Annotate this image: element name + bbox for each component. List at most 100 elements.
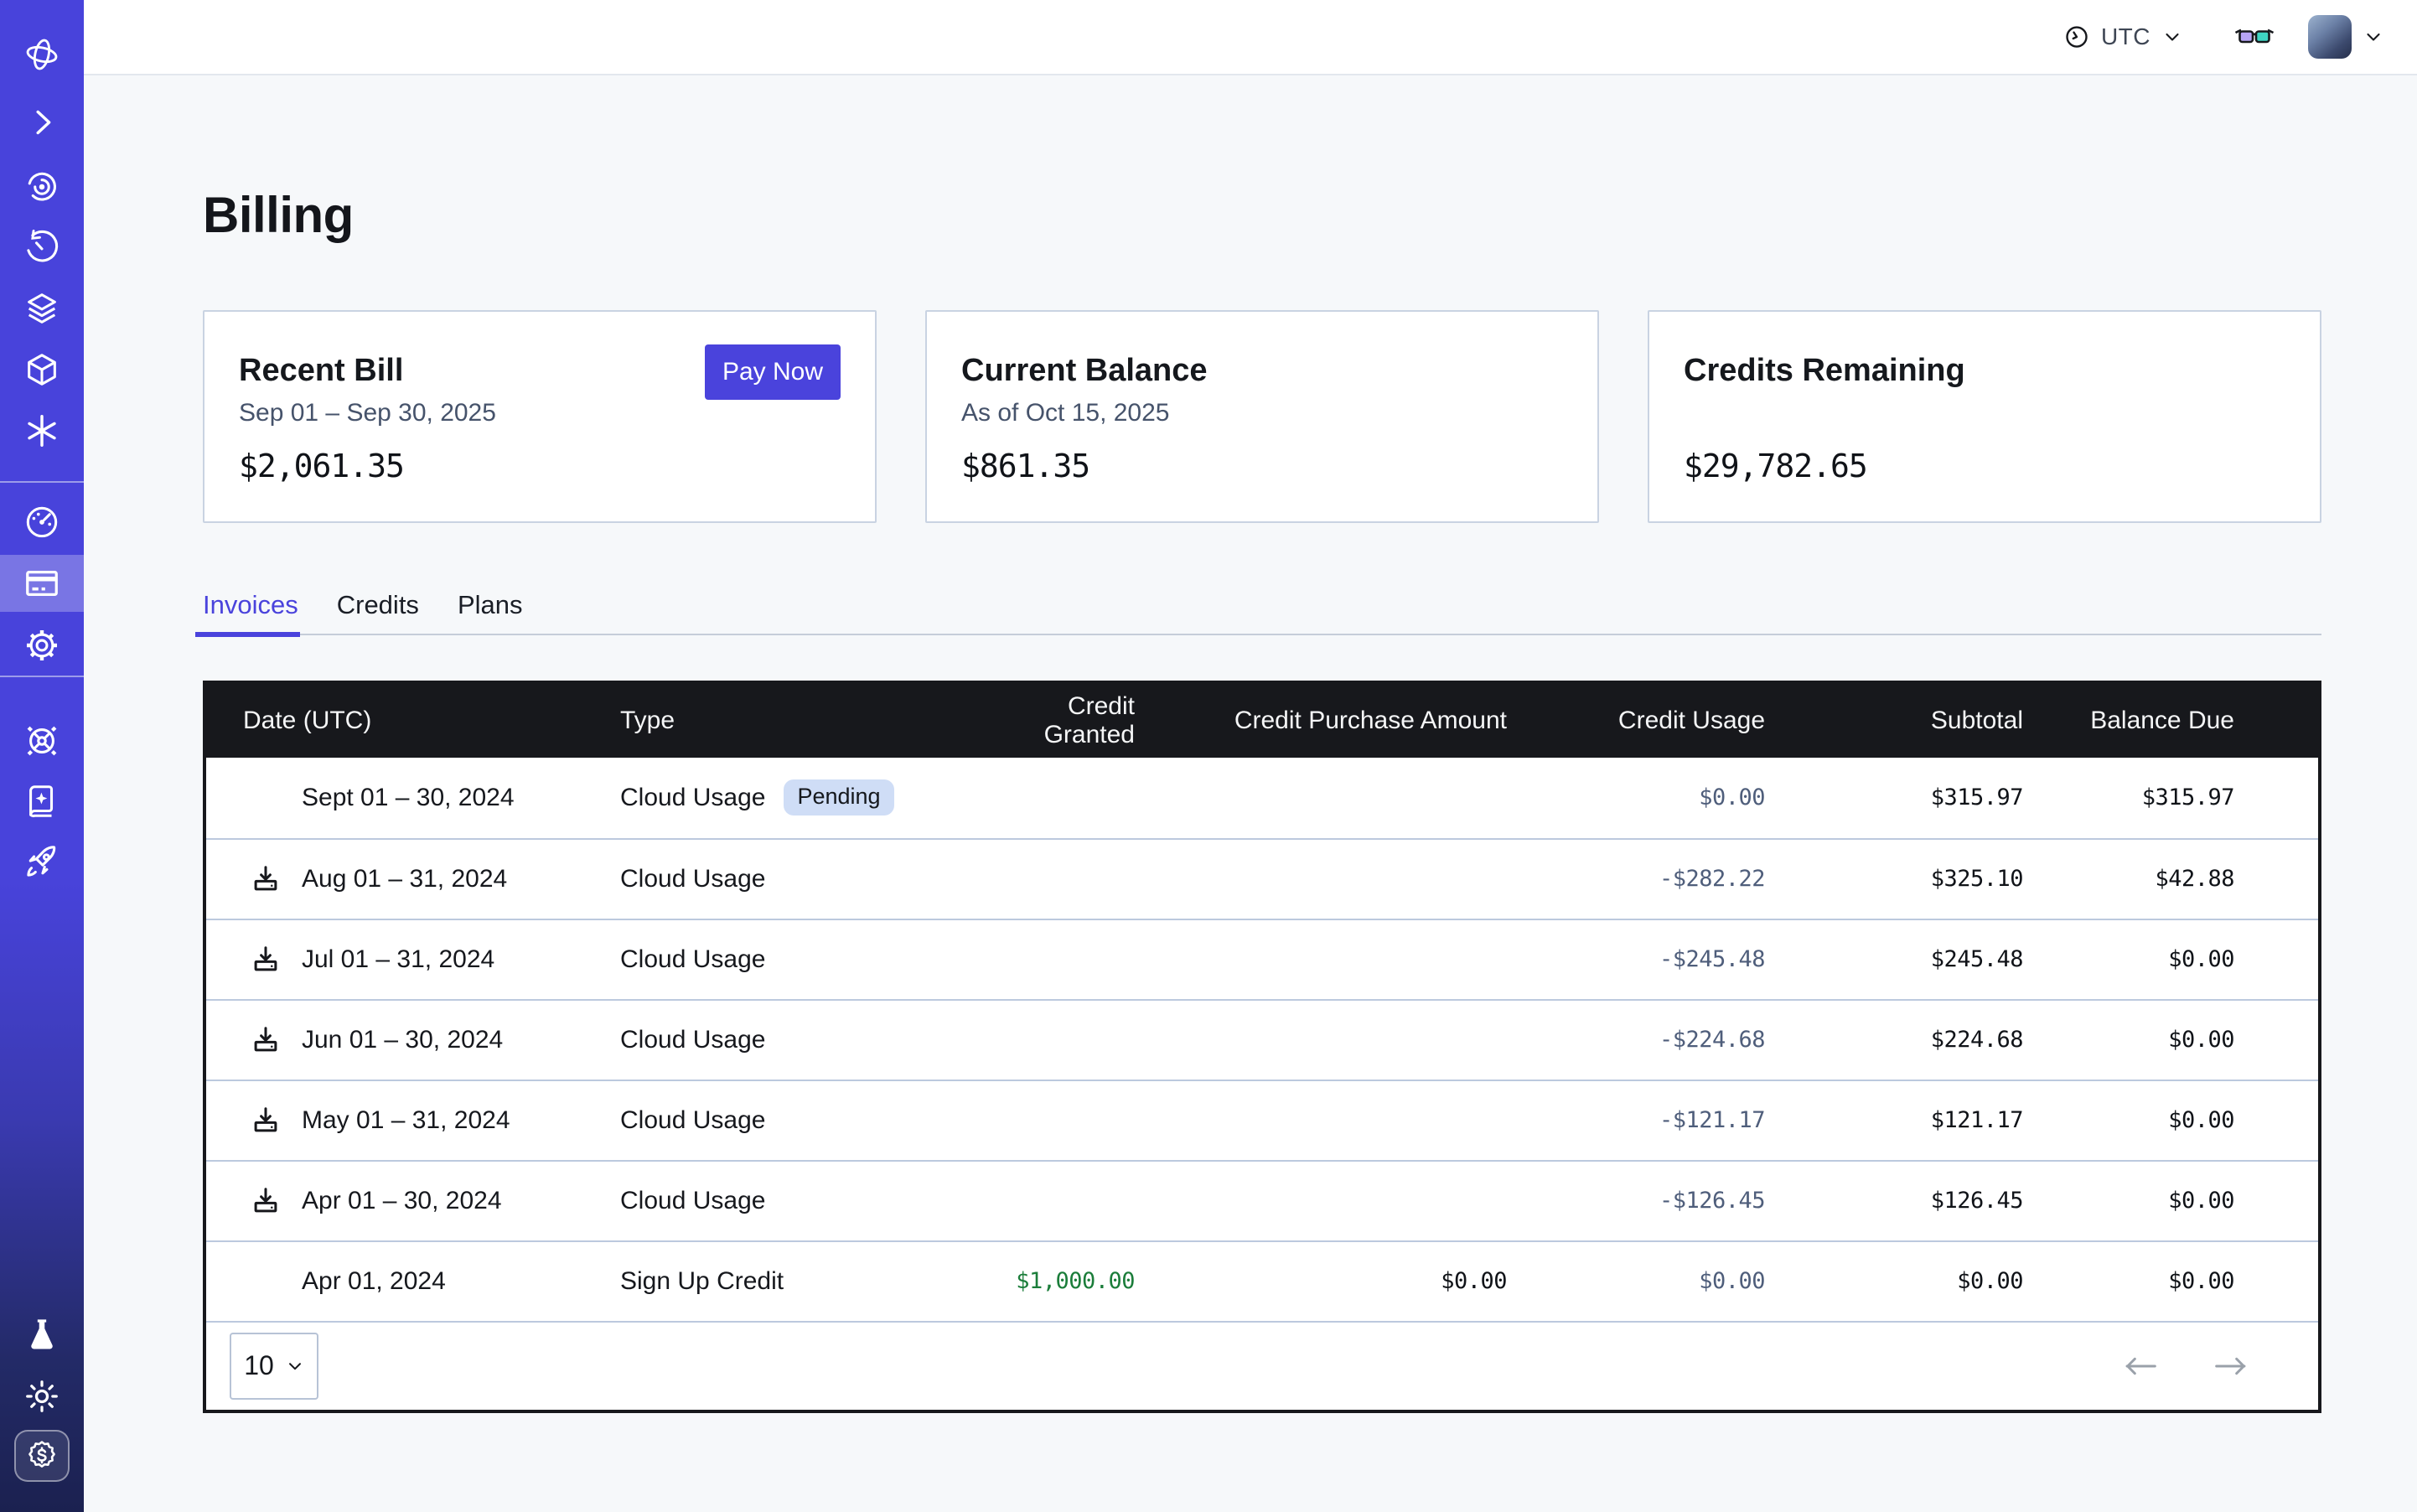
- tab-invoices[interactable]: Invoices: [203, 590, 298, 634]
- credit-usage-value: -$245.48: [1507, 946, 1765, 972]
- timer-icon: [23, 228, 61, 267]
- invoice-date: Jul 01 – 31, 2024: [302, 945, 494, 974]
- balance-due-value: $0.00: [2023, 1268, 2234, 1294]
- credit-usage-value: $0.00: [1507, 1268, 1765, 1294]
- invoice-date: May 01 – 31, 2024: [302, 1106, 510, 1135]
- sidebar-item-dashboard[interactable]: [0, 495, 84, 548]
- sidebar-item-observe[interactable]: [0, 159, 84, 213]
- invoice-type-cell: Cloud Usage: [620, 1026, 981, 1054]
- status-badge: Pending: [784, 779, 893, 816]
- table-row: Jul 01 – 31, 2024 Cloud Usage -$245.48 $…: [206, 919, 2318, 999]
- clock-icon: [2064, 24, 2089, 49]
- page-size-select[interactable]: 10: [230, 1333, 318, 1400]
- download-icon[interactable]: [250, 943, 282, 976]
- sidebar-item-asterisk[interactable]: [0, 404, 84, 458]
- prev-page-arrow-icon[interactable]: [2124, 1354, 2157, 1378]
- invoice-type-cell: Cloud Usage: [620, 1106, 981, 1135]
- topbar: UTC: [84, 0, 2417, 75]
- column-header-credit-purchase: Credit Purchase Amount: [1135, 707, 1507, 735]
- gear-icon: [23, 626, 61, 665]
- invoice-date-cell: May 01 – 31, 2024: [206, 1104, 620, 1137]
- sidebar-item-settings[interactable]: [0, 619, 84, 672]
- current-balance-card: Current Balance As of Oct 15, 2025 $861.…: [925, 310, 1599, 523]
- sidebar-item-helm[interactable]: [0, 714, 84, 768]
- book-sparkle-icon: [23, 782, 61, 821]
- layers-icon: [23, 289, 61, 328]
- tab-credits[interactable]: Credits: [337, 590, 419, 634]
- sidebar-expand-button[interactable]: [0, 96, 84, 149]
- invoice-type: Cloud Usage: [620, 784, 765, 812]
- credit-usage-value: -$126.45: [1507, 1188, 1765, 1214]
- timezone-selector[interactable]: UTC: [2064, 23, 2182, 50]
- current-balance-amount: $861.35: [961, 448, 1089, 484]
- recent-bill-card: Recent Bill Sep 01 – Sep 30, 2025 $2,061…: [203, 310, 877, 523]
- invoice-date-cell: Aug 01 – 31, 2024: [206, 862, 620, 896]
- table-row: Aug 01 – 31, 2024 Cloud Usage -$282.22 $…: [206, 838, 2318, 919]
- column-header-subtotal: Subtotal: [1765, 707, 2023, 735]
- download-icon[interactable]: [250, 862, 282, 896]
- pay-now-button[interactable]: Pay Now: [705, 344, 841, 400]
- recent-bill-amount: $2,061.35: [239, 448, 404, 484]
- invoice-date-cell: Apr 01 – 30, 2024: [206, 1184, 620, 1218]
- invoice-table-body: Sept 01 – 30, 2024 Cloud Usage Pending $…: [206, 758, 2318, 1321]
- summary-cards: Recent Bill Sep 01 – Sep 30, 2025 $2,061…: [203, 310, 2321, 523]
- chevron-right-icon: [23, 103, 61, 142]
- sun-icon: [23, 1377, 61, 1416]
- download-icon[interactable]: [250, 1023, 282, 1057]
- table-footer: 10: [206, 1321, 2318, 1410]
- sidebar-item-docs[interactable]: [0, 774, 84, 828]
- column-header-date: Date (UTC): [206, 707, 620, 735]
- card-title: Credits Remaining: [1684, 353, 1965, 389]
- sidebar-divider: [0, 676, 84, 677]
- sidebar-item-history[interactable]: [0, 220, 84, 274]
- sidebar-item-layers[interactable]: [0, 282, 84, 335]
- credit-usage-value: -$121.17: [1507, 1107, 1765, 1133]
- reader-glasses-icon[interactable]: [2234, 24, 2275, 49]
- app-logo[interactable]: [0, 28, 84, 81]
- invoice-type: Cloud Usage: [620, 1106, 765, 1135]
- download-icon[interactable]: [250, 1184, 282, 1218]
- sidebar-item-launch[interactable]: [0, 835, 84, 888]
- flask-icon: [23, 1315, 61, 1354]
- invoice-type: Cloud Usage: [620, 865, 765, 893]
- invoice-date-cell: Jun 01 – 30, 2024: [206, 1023, 620, 1057]
- invoice-type: Sign Up Credit: [620, 1267, 784, 1296]
- invoices-table: Date (UTC) Type Credit Granted Credit Pu…: [203, 681, 2321, 1413]
- page-size-value: 10: [244, 1350, 274, 1381]
- balance-due-value: $0.00: [2023, 1188, 2234, 1214]
- page-title: Billing: [203, 186, 2321, 246]
- invoice-type: Cloud Usage: [620, 945, 765, 974]
- user-menu-chevron-icon[interactable]: [2363, 27, 2383, 47]
- table-row: Apr 01, 2024 Sign Up Credit $1,000.00 $0…: [206, 1240, 2318, 1321]
- tab-plans[interactable]: Plans: [458, 590, 523, 634]
- user-avatar[interactable]: [2308, 15, 2352, 59]
- invoice-type-cell: Cloud Usage Pending: [620, 779, 981, 816]
- table-row: Sept 01 – 30, 2024 Cloud Usage Pending $…: [206, 758, 2318, 838]
- invoice-type-cell: Cloud Usage: [620, 865, 981, 893]
- sidebar-item-theme[interactable]: [0, 1370, 84, 1423]
- sidebar-divider: [0, 481, 84, 483]
- table-row: Jun 01 – 30, 2024 Cloud Usage -$224.68 $…: [206, 999, 2318, 1080]
- balance-due-value: $0.00: [2023, 1027, 2234, 1053]
- sidebar-item-artifacts[interactable]: [0, 343, 84, 396]
- table-row: Apr 01 – 30, 2024 Cloud Usage -$126.45 $…: [206, 1160, 2318, 1240]
- subtotal-value: $126.45: [1765, 1188, 2023, 1214]
- usage-credits-button[interactable]: [14, 1430, 70, 1482]
- subtotal-value: $224.68: [1765, 1027, 2023, 1053]
- subtotal-value: $325.10: [1765, 866, 2023, 892]
- subtotal-value: $315.97: [1765, 784, 2023, 810]
- table-header: Date (UTC) Type Credit Granted Credit Pu…: [206, 684, 2318, 758]
- download-icon[interactable]: [250, 1104, 282, 1137]
- sidebar-item-labs[interactable]: [0, 1307, 84, 1361]
- invoice-date-cell: Sept 01 – 30, 2024: [206, 781, 620, 815]
- subtotal-value: $245.48: [1765, 946, 2023, 972]
- logo-icon: [23, 35, 61, 74]
- next-page-arrow-icon[interactable]: [2214, 1354, 2248, 1378]
- credits-remaining-card: Credits Remaining $29,782.65: [1648, 310, 2321, 523]
- credits-remaining-amount: $29,782.65: [1684, 448, 1867, 484]
- timezone-label: UTC: [2101, 23, 2150, 50]
- balance-as-of-date: As of Oct 15, 2025: [961, 399, 1169, 427]
- invoice-type-cell: Cloud Usage: [620, 945, 981, 974]
- sidebar-item-billing[interactable]: [0, 557, 84, 610]
- column-header-balance-due: Balance Due: [2023, 707, 2234, 735]
